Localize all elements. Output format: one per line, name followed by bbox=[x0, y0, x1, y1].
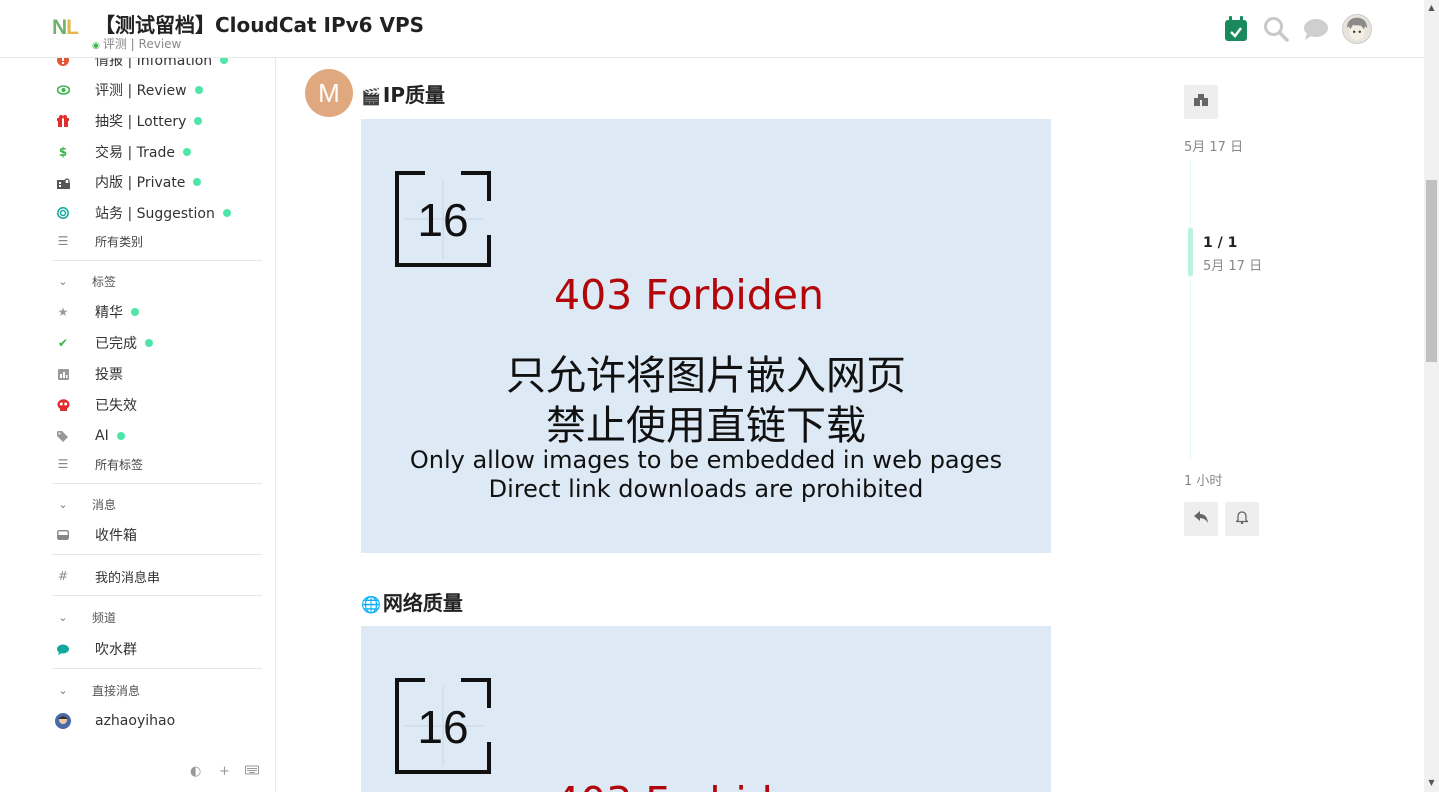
skull-icon bbox=[52, 399, 74, 411]
sidebar-item-suggestion[interactable]: 站务 | Suggestion bbox=[52, 200, 262, 226]
post-image-ip-quality[interactable]: 16 403 Forbiden 只允许将图片嵌入网页 禁止使用直链下载 Only… bbox=[361, 119, 1051, 553]
sidebar-item-review[interactable]: 评测 | Review bbox=[52, 77, 262, 103]
chat-icon[interactable] bbox=[1302, 15, 1330, 43]
sidebar-channel-chat[interactable]: 吹水群 bbox=[52, 636, 262, 662]
summary-icon bbox=[1194, 94, 1208, 110]
site-logo[interactable]: NL bbox=[52, 16, 79, 40]
tag-icon bbox=[52, 430, 74, 442]
unread-dot bbox=[220, 58, 229, 64]
scroll-up-arrow[interactable]: ▲ bbox=[1424, 0, 1439, 14]
user-avatar[interactable] bbox=[1342, 14, 1372, 44]
chevron-down-icon: ⌄ bbox=[58, 497, 68, 511]
divider bbox=[52, 483, 262, 484]
sidebar-tag-completed[interactable]: ✔ 已完成 bbox=[52, 330, 262, 356]
inbox-icon bbox=[52, 530, 74, 540]
sidebar-my-threads[interactable]: # 我的消息串 bbox=[52, 563, 262, 589]
page-scrollbar[interactable]: ▲ ▼ bbox=[1424, 0, 1439, 792]
section-heading-network-quality: 🌐 网络质量 bbox=[361, 591, 463, 615]
section-header-messages[interactable]: ⌄ 消息 bbox=[52, 493, 262, 515]
star-icon: ★ bbox=[57, 305, 69, 319]
scroll-down-arrow[interactable]: ▼ bbox=[1424, 775, 1439, 789]
unread-dot bbox=[116, 432, 125, 440]
check-icon: ✔ bbox=[57, 336, 69, 350]
chat-bubble-icon bbox=[52, 644, 74, 655]
sidebar-tag-expired[interactable]: 已失效 bbox=[52, 392, 262, 418]
image-text-en-1: Only allow images to be embedded in web … bbox=[409, 446, 1003, 474]
plus-icon[interactable]: + bbox=[219, 764, 230, 780]
target-icon bbox=[52, 207, 74, 219]
sidebar-tag-featured[interactable]: ★ 精华 bbox=[52, 299, 262, 325]
divider bbox=[52, 668, 262, 669]
timeline-start-date[interactable]: 5月 17 日 bbox=[1184, 136, 1243, 155]
list-icon: ☰ bbox=[57, 457, 69, 471]
section-header-channels[interactable]: ⌄ 频道 bbox=[52, 606, 262, 628]
keyboard-icon[interactable] bbox=[245, 764, 259, 780]
divider bbox=[52, 260, 262, 261]
timeline-position-date: 5月 17 日 bbox=[1203, 259, 1263, 274]
sidebar-tag-ai[interactable]: AI bbox=[52, 423, 262, 449]
eye-icon bbox=[52, 85, 74, 95]
sidebar-dm-user[interactable]: azhaoyihao bbox=[52, 708, 262, 734]
timeline-track bbox=[1190, 160, 1191, 460]
chevron-down-icon: ⌄ bbox=[58, 683, 68, 697]
age-badge-icon: 16 bbox=[395, 171, 491, 267]
timeline-last-activity[interactable]: 1 小时 bbox=[1184, 470, 1222, 489]
timeline-scroll-handle[interactable] bbox=[1188, 228, 1193, 276]
image-text-en-2: Direct link downloads are prohibited bbox=[488, 475, 924, 503]
sidebar-all-tags[interactable]: ☰ 所有标签 bbox=[52, 451, 262, 477]
sidebar-item-private[interactable]: 内版 | Private bbox=[52, 169, 262, 195]
sidebar-item-lottery[interactable]: 抽奖 | Lottery bbox=[52, 108, 262, 134]
section-heading-ip-quality: 🎬 IP质量 bbox=[361, 83, 446, 107]
scrollbar-thumb[interactable] bbox=[1426, 180, 1437, 362]
image-text-cn-2: 禁止使用直链下载 bbox=[546, 403, 866, 449]
sidebar-item-infomation[interactable]: 情报 | Infomation bbox=[52, 58, 262, 73]
clapper-board-icon: 🎬 bbox=[361, 87, 381, 106]
age-badge-icon: 16 bbox=[395, 678, 491, 774]
summary-button[interactable] bbox=[1184, 85, 1218, 119]
sidebar-inbox[interactable]: 收件箱 bbox=[52, 522, 262, 548]
divider bbox=[52, 595, 262, 596]
user-avatar bbox=[52, 713, 74, 729]
sidebar-all-categories[interactable]: ☰ 所有类别 bbox=[52, 228, 262, 254]
chevron-down-icon: ⌄ bbox=[58, 274, 68, 288]
post-author-avatar[interactable]: M bbox=[305, 69, 353, 117]
topic-title[interactable]: 【测试留档】CloudCat IPv6 VPS bbox=[95, 9, 424, 38]
unread-dot bbox=[131, 308, 139, 316]
chart-icon bbox=[52, 368, 74, 380]
chevron-down-icon: ⌄ bbox=[58, 610, 68, 624]
error-title: 403 Forbiden bbox=[361, 778, 1017, 792]
hashtag-icon: # bbox=[57, 569, 69, 583]
section-header-tags[interactable]: ⌄ 标签 bbox=[52, 270, 262, 292]
site-header: NL 【测试留档】CloudCat IPv6 VPS ◉ 评测 | Review bbox=[0, 0, 1424, 58]
unread-dot bbox=[194, 117, 203, 125]
post-image-network-quality[interactable]: 16 403 Forbiden bbox=[361, 626, 1051, 792]
unread-dot bbox=[182, 148, 191, 156]
dollar-icon: $ bbox=[58, 145, 68, 159]
divider bbox=[52, 554, 262, 555]
sidebar-tag-poll[interactable]: 投票 bbox=[52, 361, 262, 387]
timeline-position: 1 / 1 bbox=[1203, 235, 1238, 251]
unread-dot bbox=[145, 339, 153, 347]
list-icon: ☰ bbox=[57, 234, 69, 248]
building-lock-icon bbox=[52, 176, 74, 189]
sidebar-item-trade[interactable]: $ 交易 | Trade bbox=[52, 139, 262, 165]
topic-category[interactable]: ◉ 评测 | Review bbox=[92, 35, 181, 52]
unread-dot bbox=[222, 209, 231, 217]
search-icon[interactable] bbox=[1262, 15, 1290, 43]
reply-button[interactable] bbox=[1184, 502, 1218, 536]
section-header-dm[interactable]: ⌄ 直接消息 bbox=[52, 679, 262, 701]
unread-dot bbox=[193, 178, 202, 186]
gift-icon bbox=[52, 115, 74, 127]
theme-toggle-icon[interactable]: ◐ bbox=[190, 764, 201, 780]
eye-icon: ◉ bbox=[92, 41, 100, 51]
bell-icon bbox=[1234, 510, 1250, 528]
error-title: 403 Forbiden bbox=[553, 271, 824, 319]
unread-dot bbox=[194, 86, 203, 94]
calendar-check-icon[interactable] bbox=[1222, 15, 1250, 43]
sidebar: 情报 | Infomation 评测 | Review 抽奖 | Lottery… bbox=[0, 58, 276, 792]
notification-button[interactable] bbox=[1225, 502, 1259, 536]
globe-icon: 🌐 bbox=[361, 595, 381, 614]
reply-icon bbox=[1194, 511, 1208, 527]
info-icon bbox=[52, 58, 74, 66]
